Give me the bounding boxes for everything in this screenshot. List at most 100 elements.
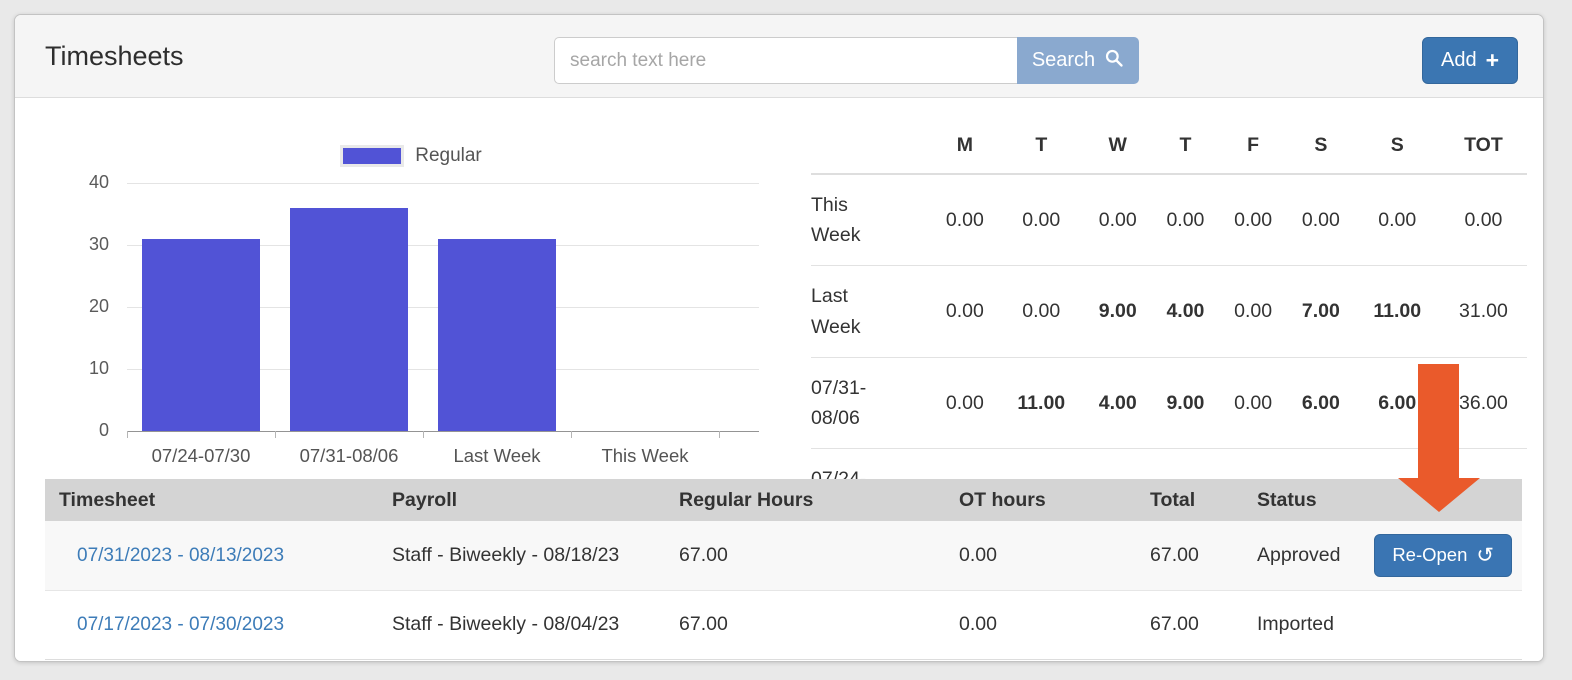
reopen-button-label: Re-Open [1392,544,1467,566]
week-summary-cell: 31.00 [1440,266,1527,357]
week-summary-cell: 0.00 [931,174,999,266]
plus-icon: + [1486,49,1499,72]
gridline [127,183,759,184]
page-title: Timesheets [45,41,184,72]
week-summary-row-label: Last Week [811,266,931,357]
axis-tick [423,431,424,438]
column-header: Timesheet [45,479,378,521]
axis-tick [127,431,128,438]
reopen-button[interactable]: Re-Open ↺ [1374,534,1512,577]
day-column-header: S [1287,126,1355,174]
week-summary-cell: 0.00 [999,266,1084,357]
timesheet-row: 07/17/2023 - 07/30/2023 Staff - Biweekly … [45,590,1522,659]
timesheet-cell-action: Re-Open ↺ [1353,521,1522,590]
search-icon [1104,48,1124,74]
column-header: Status [1243,479,1353,521]
week-summary-cell: 4.00 [1152,266,1220,357]
week-summary-cell: 0.00 [1219,266,1287,357]
week-summary-row-label: This Week [811,174,931,266]
timesheet-cell-status: Imported [1243,590,1353,659]
week-summary-corner [811,126,931,174]
timesheet-cell-ot_hours: 0.00 [945,521,1136,590]
timesheet-row: 07/31/2023 - 08/13/2023Staff - Biweekly … [45,521,1522,590]
week-summary-cell: 0.00 [1287,174,1355,266]
bar-Last Week [438,239,556,431]
axis-tick [275,431,276,438]
search-group: Search [554,37,1139,84]
chart-legend: Regular [31,143,791,169]
legend-swatch [340,145,404,167]
timesheet-cell-action [1353,590,1522,659]
column-header: Regular Hours [665,479,945,521]
week-summary-cell: 9.00 [1084,266,1152,357]
week-summary-cell: 0.00 [1152,174,1220,266]
x-axis-labels: 07/24-07/3007/31-08/06Last WeekThis Week [127,445,719,467]
week-summary-cell: 0.00 [931,357,999,448]
week-summary-cell: 11.00 [1355,266,1440,357]
timesheets-panel: Timesheets Search Add + Regular [14,14,1544,662]
y-axis-label: 40 [31,172,109,193]
week-summary-cell: 0.00 [1219,174,1287,266]
x-axis-label: 07/31-08/06 [275,445,423,467]
week-summary-cell: 0.00 [1355,174,1440,266]
week-summary-cell: 6.00 [1287,357,1355,448]
week-summary-cell: 9.00 [1152,357,1220,448]
timesheet-cell-payroll: Staff - Biweekly - 08/04/23 [378,590,665,659]
y-axis-label: 0 [31,420,109,441]
legend-label: Regular [415,145,482,167]
day-column-header: S [1355,126,1440,174]
panel-content: Regular 07/24-07/3007/31-08/06Last WeekT… [15,98,1543,661]
week-summary-row-label-text: Last Week [811,281,901,341]
x-axis-label: This Week [571,445,719,467]
hours-bar-chart: Regular 07/24-07/3007/31-08/06Last WeekT… [31,143,791,503]
undo-icon: ↺ [1476,545,1494,566]
week-summary-cell: 0.00 [931,266,999,357]
week-summary-cell: 0.00 [1084,174,1152,266]
week-summary-cell: 0.00 [1219,357,1287,448]
search-input[interactable] [554,37,1017,84]
week-summary-header-row: MTWTFSSTOT [811,126,1527,174]
week-summary-cell: 11.00 [999,357,1084,448]
column-header: Total [1136,479,1243,521]
add-button-label: Add [1441,49,1477,72]
timesheet-link[interactable]: 07/17/2023 - 07/30/2023 [77,614,284,635]
timesheet-table-body: 07/31/2023 - 08/13/2023 Staff - Biweekly … [45,521,1522,659]
axis-tick [571,431,572,438]
timesheet-cell-total: 67.00 [1136,590,1243,659]
week-summary-cell: 7.00 [1287,266,1355,357]
timesheet-list: TimesheetPayrollRegular HoursOT hoursTot… [45,479,1522,660]
search-button[interactable]: Search [1017,37,1139,84]
bar-07/31-08/06 [290,208,408,431]
timesheet-link[interactable]: 07/31/2023 - 08/13/2023 [77,545,284,566]
timesheet-cell-regular_hours: 67.00 [665,521,945,590]
week-summary-cell: 4.00 [1084,357,1152,448]
y-axis-label: 10 [31,358,109,379]
day-column-header: F [1219,126,1287,174]
day-column-header: T [1152,126,1220,174]
bar-plot [127,183,759,431]
timesheet-cell-ot_hours: 0.00 [945,590,1136,659]
x-axis-label: Last Week [423,445,571,467]
x-axis-label: 07/24-07/30 [127,445,275,467]
add-button[interactable]: Add + [1422,37,1518,84]
annotation-arrow-head [1398,478,1480,512]
page: Timesheets Search Add + Regular [0,0,1572,680]
panel-header: Timesheets Search Add + [15,15,1543,98]
column-header: OT hours [945,479,1136,521]
week-summary-cell: 0.00 [1440,174,1527,266]
timesheet-cell-timesheet: 07/31/2023 - 08/13/2023 [45,521,378,590]
day-column-header: T [999,126,1084,174]
plot-wrap: 07/24-07/3007/31-08/06Last WeekThis Week… [31,183,791,503]
y-axis-label: 20 [31,296,109,317]
search-button-label: Search [1032,49,1095,72]
timesheet-cell-total: 67.00 [1136,521,1243,590]
week-summary-row-label: 07/31-08/06 [811,357,931,448]
column-header: Payroll [378,479,665,521]
day-column-header: TOT [1440,126,1527,174]
week-summary-row-label-text: 07/31-08/06 [811,373,901,433]
y-axis-label: 30 [31,234,109,255]
timesheet-table: TimesheetPayrollRegular HoursOT hoursTot… [45,479,1522,660]
timesheet-cell-status: Approved [1243,521,1353,590]
timesheet-cell-regular_hours: 67.00 [665,590,945,659]
day-column-header: W [1084,126,1152,174]
